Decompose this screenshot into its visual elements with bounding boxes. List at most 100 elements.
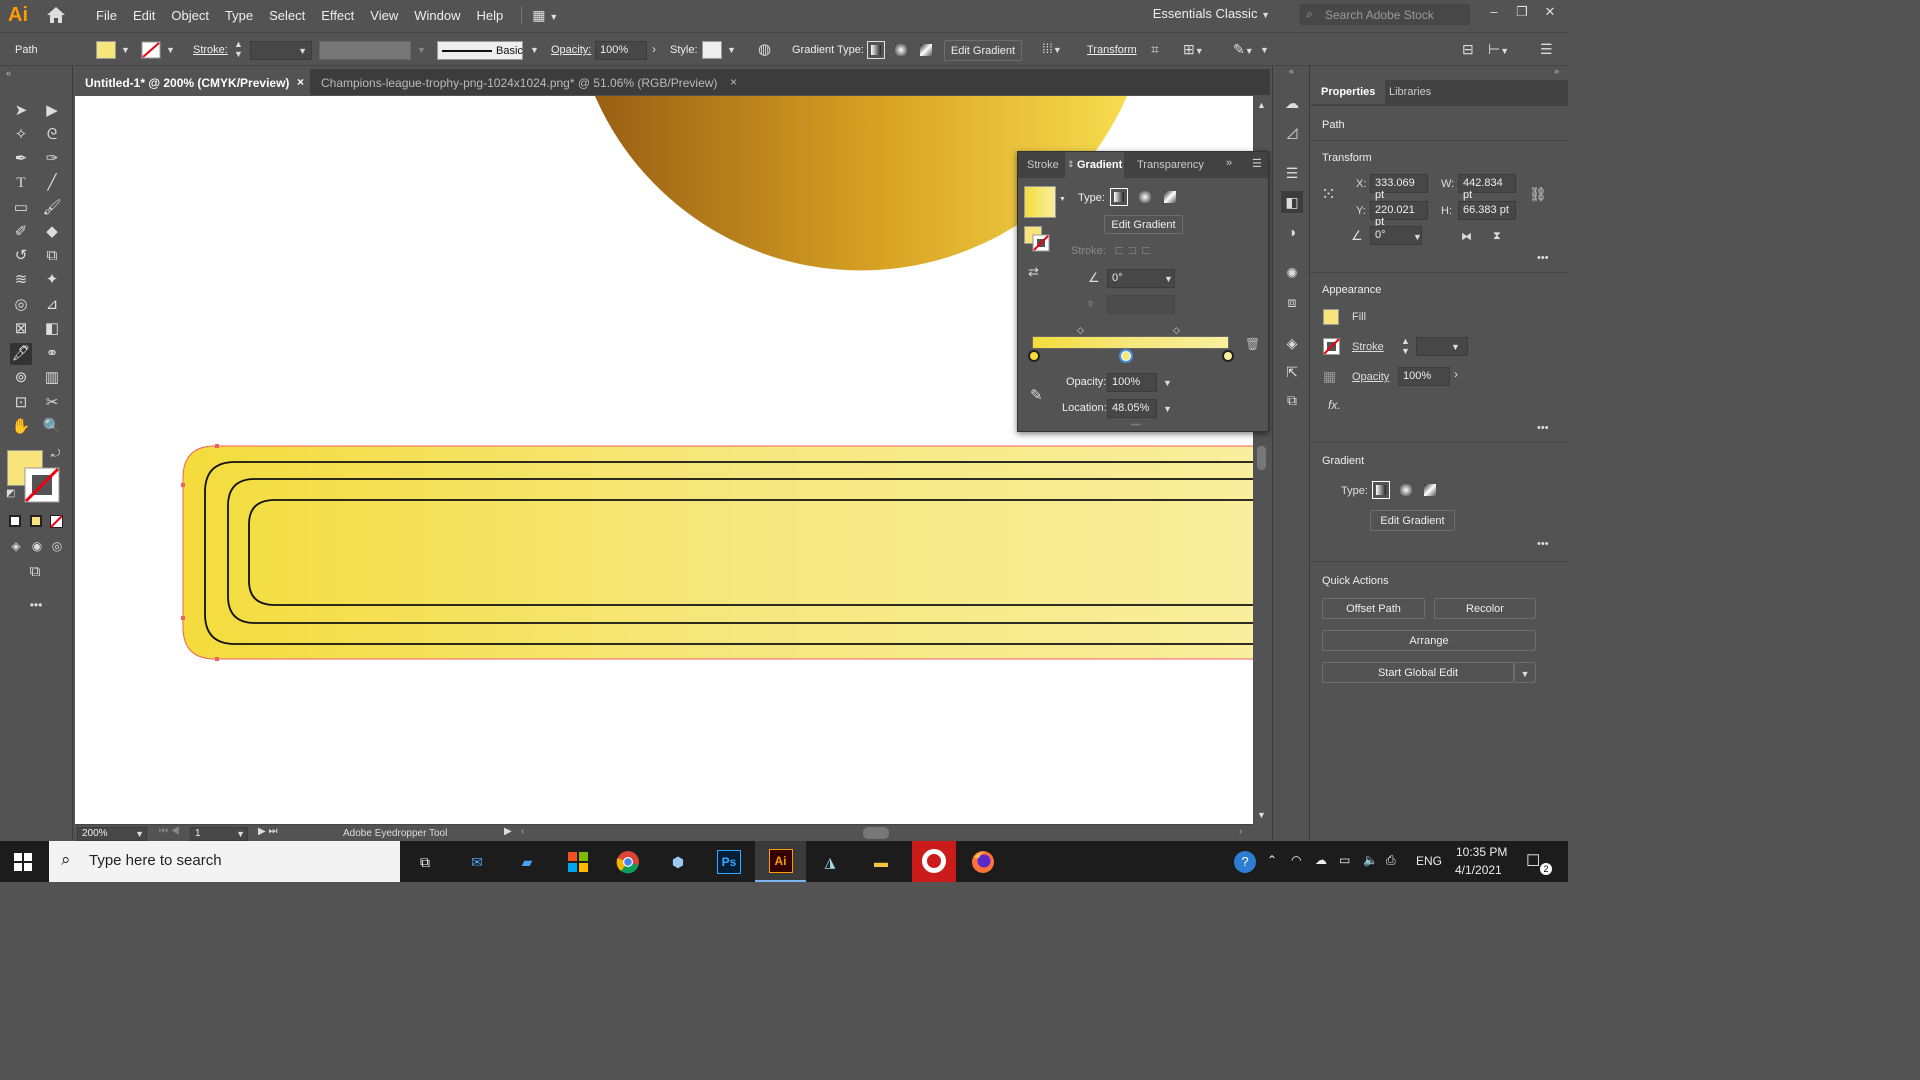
stroke-weight-field[interactable]: [1416, 337, 1468, 356]
brush-dropdown-icon[interactable]: ▼: [530, 45, 539, 55]
linear-gradient-button[interactable]: [1372, 481, 1390, 499]
clock-date[interactable]: 4/1/2021: [1455, 863, 1502, 877]
midpoint-diamond-1[interactable]: ◇: [1077, 325, 1084, 336]
menu-select[interactable]: Select: [261, 8, 313, 23]
status-menu-icon[interactable]: ▶: [504, 826, 512, 837]
blend-tool-icon[interactable]: ⚭: [41, 343, 63, 365]
freeform-gradient-button[interactable]: [917, 41, 935, 59]
flip-vertical-icon[interactable]: ⧗: [1493, 230, 1501, 243]
layers-panel-icon[interactable]: ◈: [1281, 332, 1303, 354]
artboard-tool-icon[interactable]: ⊡: [10, 392, 32, 414]
brush-definition[interactable]: Basic: [437, 41, 523, 60]
appearance-more-options[interactable]: •••: [1537, 422, 1549, 434]
stroke-weight-field[interactable]: ▼: [250, 41, 312, 60]
clock-time[interactable]: 10:35 PM: [1456, 845, 1507, 859]
scale-tool-icon[interactable]: ⧉: [41, 245, 63, 267]
tab-libraries[interactable]: Libraries: [1379, 80, 1441, 104]
edit-toolbar-icon[interactable]: •••: [25, 594, 47, 616]
input-language[interactable]: ENG: [1416, 854, 1442, 868]
edit-gradient-button[interactable]: Edit Gradient: [1370, 510, 1455, 531]
mail-app-icon[interactable]: ✉: [462, 847, 492, 877]
file-explorer-icon[interactable]: ▬: [866, 847, 896, 877]
stroke-label[interactable]: Stroke: [1352, 341, 1384, 353]
flip-horizontal-icon[interactable]: ⧓: [1461, 230, 1472, 243]
direct-selection-tool-icon[interactable]: ▶: [41, 100, 63, 122]
offset-path-button[interactable]: Offset Path: [1322, 598, 1425, 619]
notifications-icon[interactable]: ☐: [1526, 851, 1540, 871]
graphic-styles-icon[interactable]: ⧈: [1281, 291, 1303, 313]
taskbar-search-box[interactable]: ⌕ Type here to search: [49, 841, 400, 882]
close-tab-icon[interactable]: ×: [730, 75, 737, 89]
stroke-label[interactable]: Stroke:: [193, 44, 228, 56]
close-tab-icon[interactable]: ×: [297, 75, 304, 89]
control-bar-menu-icon[interactable]: ▼: [1260, 45, 1269, 55]
restore-button[interactable]: ❐: [1511, 4, 1533, 24]
tab-transparency[interactable]: Transparency: [1137, 159, 1204, 171]
draw-behind-icon[interactable]: ◉: [26, 535, 48, 557]
y-field[interactable]: 220.021 pt: [1370, 201, 1428, 228]
stock-search-input[interactable]: ⌕ Search Adobe Stock: [1300, 4, 1470, 25]
gradient-preview-swatch[interactable]: [1024, 186, 1056, 218]
export-icon[interactable]: ⇱: [1281, 361, 1303, 383]
stroke-weight-dropdown-icon[interactable]: ▼: [1451, 342, 1460, 352]
draw-normal-icon[interactable]: ◈: [5, 535, 27, 557]
appearance-fill-swatch[interactable]: [1323, 309, 1339, 325]
battery-icon[interactable]: ▭: [1339, 853, 1350, 867]
opacity-arrow-icon[interactable]: ›: [1454, 367, 1458, 381]
appearance-stroke-swatch[interactable]: [1323, 338, 1340, 355]
swap-fill-stroke-icon[interactable]: ⤾: [51, 448, 60, 461]
gradient-tool-icon[interactable]: ◧: [41, 318, 63, 340]
scroll-left-icon[interactable]: ‹: [521, 826, 524, 837]
help-tray-icon[interactable]: ?: [1234, 851, 1256, 873]
stroke-weight-stepper[interactable]: ▲ ▼: [1401, 336, 1410, 356]
panel-menu-icon[interactable]: ☰: [1540, 41, 1553, 58]
menu-view[interactable]: View: [362, 8, 406, 23]
stroke-color-swatch[interactable]: [24, 467, 60, 503]
menu-file[interactable]: File: [88, 8, 125, 23]
zoom-tool-icon[interactable]: 🔍: [41, 416, 63, 438]
gradient-slider[interactable]: [1032, 336, 1229, 349]
gradient-stop-start[interactable]: [1028, 350, 1040, 362]
arrange-button[interactable]: Arrange: [1322, 630, 1536, 651]
notepad-app-icon[interactable]: ◮: [815, 847, 845, 877]
freeform-gradient-button[interactable]: [1421, 481, 1439, 499]
fill-dropdown-icon[interactable]: ▼: [121, 45, 130, 55]
midpoint-diamond-2[interactable]: ◇: [1173, 325, 1180, 336]
artboards-panel-icon[interactable]: ⧉: [1281, 389, 1303, 411]
edit-gradient-button[interactable]: Edit Gradient: [944, 40, 1022, 61]
next-artboard-icon[interactable]: ▶ ⏭: [258, 826, 277, 837]
panel-menu-icon[interactable]: ☰: [1252, 157, 1262, 170]
magic-wand-icon[interactable]: ✧: [10, 124, 32, 146]
color-mode-icon[interactable]: [9, 515, 21, 527]
collapse-toolbar-icon[interactable]: «: [6, 68, 11, 78]
transparency-panel-icon[interactable]: ◑: [1281, 221, 1303, 243]
column-graph-tool-icon[interactable]: ▥: [41, 367, 63, 389]
shaper-tool-icon[interactable]: ✐: [10, 221, 32, 243]
reference-point-icon[interactable]: ⁙: [1321, 184, 1336, 205]
menu-window[interactable]: Window: [406, 8, 468, 23]
fx-icon[interactable]: fx.: [1328, 398, 1341, 412]
graphic-style-swatch[interactable]: [702, 41, 722, 59]
workspace-switcher[interactable]: Essentials Classic ▼: [1153, 6, 1270, 21]
rotate-dropdown-icon[interactable]: ▼: [1413, 232, 1422, 242]
scroll-right-icon[interactable]: ›: [1239, 826, 1242, 837]
slice-tool-icon[interactable]: ✂: [41, 392, 63, 414]
transform-link[interactable]: Transform: [1087, 44, 1137, 56]
tab-gradient[interactable]: Gradient: [1077, 159, 1122, 171]
image-trace-icon[interactable]: ◿: [1281, 121, 1303, 143]
horizontal-scroll-thumb[interactable]: [863, 827, 889, 839]
arrange-documents-icon[interactable]: ▦ ▼: [532, 7, 558, 24]
width-tool-icon[interactable]: ≋: [10, 269, 32, 291]
close-button[interactable]: ✕: [1539, 4, 1561, 24]
variable-width-profile[interactable]: [319, 41, 411, 60]
eyedropper-tool-icon[interactable]: 🖋: [10, 343, 32, 365]
radial-gradient-button[interactable]: [892, 41, 910, 59]
menu-effect[interactable]: Effect: [313, 8, 362, 23]
opera-taskbar-button[interactable]: [912, 841, 956, 882]
collapse-panel-icon[interactable]: »: [1554, 66, 1559, 76]
menu-object[interactable]: Object: [163, 8, 217, 23]
cc-libraries-icon[interactable]: ☁: [1281, 92, 1303, 114]
chrome-icon[interactable]: [613, 847, 643, 877]
tab-stroke[interactable]: Stroke: [1027, 159, 1059, 171]
align-to-icon[interactable]: ⊞▼: [1183, 41, 1204, 58]
